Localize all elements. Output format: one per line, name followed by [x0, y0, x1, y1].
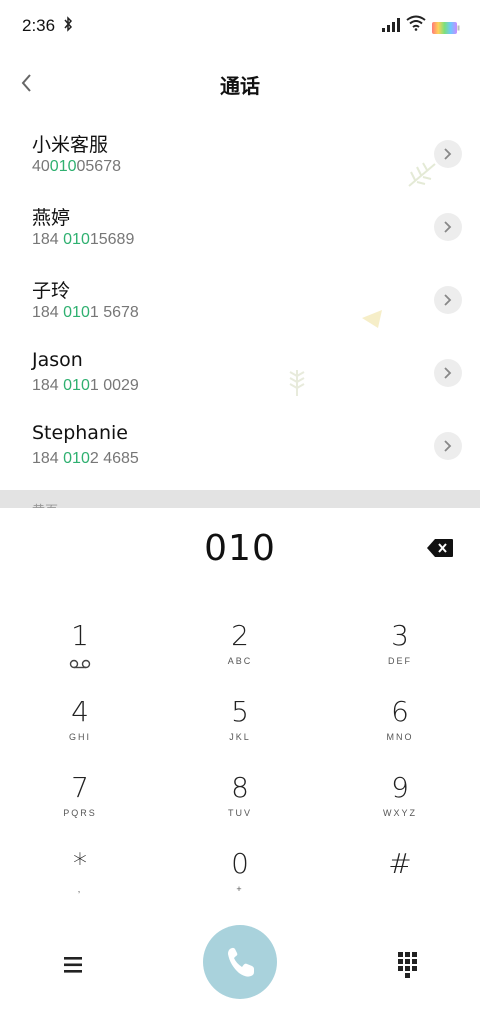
dialpad-toggle-button[interactable]: [396, 950, 420, 980]
contact-row[interactable]: Jason 184 0101 0029: [0, 339, 480, 412]
bluetooth-icon: [63, 16, 73, 36]
status-bar: 2:36: [0, 0, 480, 52]
contact-name: 小米客服: [32, 134, 109, 156]
key-star[interactable]: * ,: [20, 848, 140, 918]
key-letters: ABC: [227, 656, 253, 666]
triangle-doodle-icon: [362, 310, 382, 328]
key-6[interactable]: 6 MNO: [340, 696, 460, 766]
key-digit: 4: [71, 695, 89, 728]
key-5[interactable]: 5 JKL: [180, 696, 300, 766]
key-letters: TUV: [228, 808, 252, 818]
call-button[interactable]: [203, 925, 277, 999]
key-digit: 2: [231, 619, 249, 652]
key-letters: +: [236, 884, 244, 894]
key-letters: JKL: [229, 732, 251, 742]
key-digit: 3: [391, 619, 409, 652]
key-4[interactable]: 4 GHI: [20, 696, 140, 766]
contact-row[interactable]: 子玲 184 0101 5678: [0, 266, 480, 339]
leaf-doodle-icon: [408, 162, 436, 187]
contact-name: Jason: [32, 349, 83, 371]
header: 通话: [0, 56, 480, 112]
contact-number: 184 0101 5678: [32, 304, 139, 321]
key-8[interactable]: 8 TUV: [180, 772, 300, 842]
key-digit: 9: [391, 771, 409, 804]
key-letters: WXYZ: [383, 808, 417, 818]
key-3[interactable]: 3 DEF: [340, 620, 460, 690]
status-time: 2:36: [22, 16, 56, 35]
page-title: 通话: [220, 74, 260, 98]
phone-icon: [228, 947, 254, 977]
key-7[interactable]: 7 PQRS: [20, 772, 140, 842]
key-letters: GHI: [68, 732, 91, 742]
key-letters: MNO: [386, 732, 414, 742]
key-digit: 7: [71, 771, 89, 804]
key-digit: *: [73, 847, 87, 880]
contact-row[interactable]: 燕婷 184 01015689: [0, 193, 480, 266]
signal-icon: [382, 17, 402, 36]
voicemail-icon: [20, 654, 140, 673]
contact-name: 子玲: [32, 280, 71, 302]
backspace-icon: [427, 539, 453, 557]
key-hash[interactable]: #: [340, 848, 460, 918]
wifi-icon: [406, 15, 426, 35]
chevron-right-icon: [444, 367, 452, 379]
key-digit: #: [388, 847, 412, 880]
contact-number: 184 0101 0029: [32, 377, 139, 394]
contact-name: 燕婷: [32, 207, 71, 229]
dialer-panel: 010 1 2 ABC 3 DEF 4 GHI 5 JKL 6 MNO 7 PQ…: [0, 508, 480, 1013]
key-digit: 5: [231, 695, 249, 728]
chevron-right-icon: [444, 148, 452, 160]
section-header: 黄页: [0, 490, 480, 508]
key-digit: 1: [71, 619, 89, 652]
key-digit: 6: [391, 695, 409, 728]
key-letters: PQRS: [63, 808, 97, 818]
dialer-bottom-bar: [0, 924, 480, 1004]
contact-name: Stephanie: [32, 422, 128, 444]
key-0[interactable]: 0 +: [180, 848, 300, 918]
contact-detail-button[interactable]: [434, 432, 462, 460]
backspace-button[interactable]: [426, 538, 454, 558]
contact-number: 4001005678: [32, 158, 121, 175]
battery-icon: [432, 19, 460, 38]
menu-icon: [64, 957, 82, 973]
contact-row[interactable]: Stephanie 184 0102 4685: [0, 412, 480, 485]
leaf-doodle-icon: [289, 370, 305, 396]
key-2[interactable]: 2 ABC: [180, 620, 300, 690]
dialed-number-input[interactable]: 010: [0, 528, 480, 569]
contact-number: 184 01015689: [32, 231, 135, 248]
chevron-right-icon: [444, 294, 452, 306]
key-letters: ,: [77, 884, 83, 894]
menu-button[interactable]: [62, 954, 86, 976]
chevron-right-icon: [444, 440, 452, 452]
key-1[interactable]: 1: [20, 620, 140, 690]
contact-number: 184 0102 4685: [32, 450, 139, 467]
section-label: 黄页: [32, 500, 58, 508]
contact-detail-button[interactable]: [434, 359, 462, 387]
key-letters: DEF: [388, 656, 412, 666]
key-9[interactable]: 9 WXYZ: [340, 772, 460, 842]
dialpad-icon: [398, 952, 417, 978]
chevron-right-icon: [444, 221, 452, 233]
key-digit: 0: [231, 847, 249, 880]
contact-detail-button[interactable]: [434, 286, 462, 314]
key-digit: 8: [231, 771, 249, 804]
contact-detail-button[interactable]: [434, 213, 462, 241]
